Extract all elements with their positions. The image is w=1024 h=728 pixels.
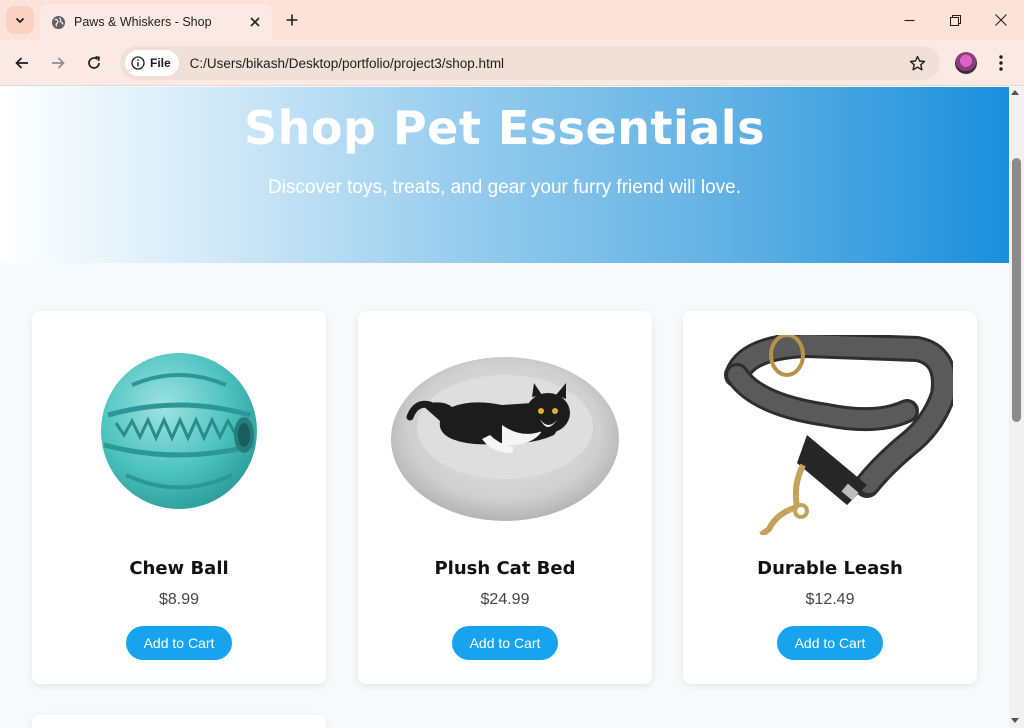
url-text[interactable]: C:/Users/bikash/Desktop/portfolio/projec… xyxy=(190,56,902,71)
new-tab-button[interactable] xyxy=(280,8,304,32)
product-name: Durable Leash xyxy=(757,558,903,579)
product-card-partial xyxy=(32,715,326,728)
scrollbar-thumb[interactable] xyxy=(1012,158,1021,422)
profile-avatar[interactable] xyxy=(955,52,977,74)
product-card: Plush Cat Bed $24.99 Add to Cart xyxy=(358,311,652,684)
site-info-chip[interactable]: File xyxy=(125,50,179,76)
hero-subtitle: Discover toys, treats, and gear your fur… xyxy=(267,177,742,198)
info-icon xyxy=(131,56,145,70)
minimize-icon xyxy=(904,19,914,21)
scroll-up-arrow-icon[interactable] xyxy=(1011,90,1019,95)
forward-button[interactable] xyxy=(44,49,72,77)
page-viewport: Shop Pet Essentials Discover toys, treat… xyxy=(0,87,1009,728)
plus-icon xyxy=(286,14,298,26)
menu-kebab-icon[interactable] xyxy=(990,52,1012,74)
product-name: Plush Cat Bed xyxy=(434,558,576,579)
tab-active[interactable]: Paws & Whiskers - Shop xyxy=(40,4,272,40)
restore-icon xyxy=(949,14,961,26)
product-price: $12.49 xyxy=(805,591,855,608)
arrow-right-icon xyxy=(52,57,65,69)
globe-icon xyxy=(50,14,66,30)
scroll-down-arrow-icon[interactable] xyxy=(1011,718,1019,723)
tab-search-button[interactable] xyxy=(6,6,34,34)
arrow-left-icon xyxy=(15,57,28,69)
reload-icon xyxy=(88,56,100,69)
minimize-button[interactable] xyxy=(886,0,932,40)
hero-banner: Shop Pet Essentials Discover toys, treat… xyxy=(0,87,1009,263)
product-card: Chew Ball $8.99 Add to Cart xyxy=(32,311,326,684)
product-price: $8.99 xyxy=(158,591,200,608)
chevron-down-icon xyxy=(15,17,25,24)
reload-button[interactable] xyxy=(80,49,108,77)
bookmark-star-icon[interactable] xyxy=(902,48,932,78)
add-to-cart-button[interactable]: Add to Cart xyxy=(777,626,883,660)
tab-title: Paws & Whiskers - Shop xyxy=(74,15,212,29)
close-icon xyxy=(995,14,1007,26)
product-name: Chew Ball xyxy=(129,558,229,579)
browser-toolbar: File C:/Users/bikash/Desktop/portfolio/p… xyxy=(0,40,1024,86)
close-window-button[interactable] xyxy=(978,0,1024,40)
address-bar[interactable]: File C:/Users/bikash/Desktop/portfolio/p… xyxy=(120,46,940,80)
add-to-cart-button[interactable]: Add to Cart xyxy=(126,626,232,660)
product-price: $24.99 xyxy=(480,591,530,608)
leash-image xyxy=(707,335,953,535)
hero-title: Shop Pet Essentials xyxy=(244,101,765,155)
close-tab-icon[interactable] xyxy=(244,11,266,33)
chew-ball-image xyxy=(56,335,302,535)
restore-button[interactable] xyxy=(932,0,978,40)
tab-strip: Paws & Whiskers - Shop xyxy=(0,0,1024,40)
cat-bed-image xyxy=(382,335,628,535)
file-chip-label: File xyxy=(150,56,171,70)
back-button[interactable] xyxy=(8,49,36,77)
add-to-cart-button[interactable]: Add to Cart xyxy=(452,626,558,660)
product-card: Durable Leash $12.49 Add to Cart xyxy=(683,311,977,684)
